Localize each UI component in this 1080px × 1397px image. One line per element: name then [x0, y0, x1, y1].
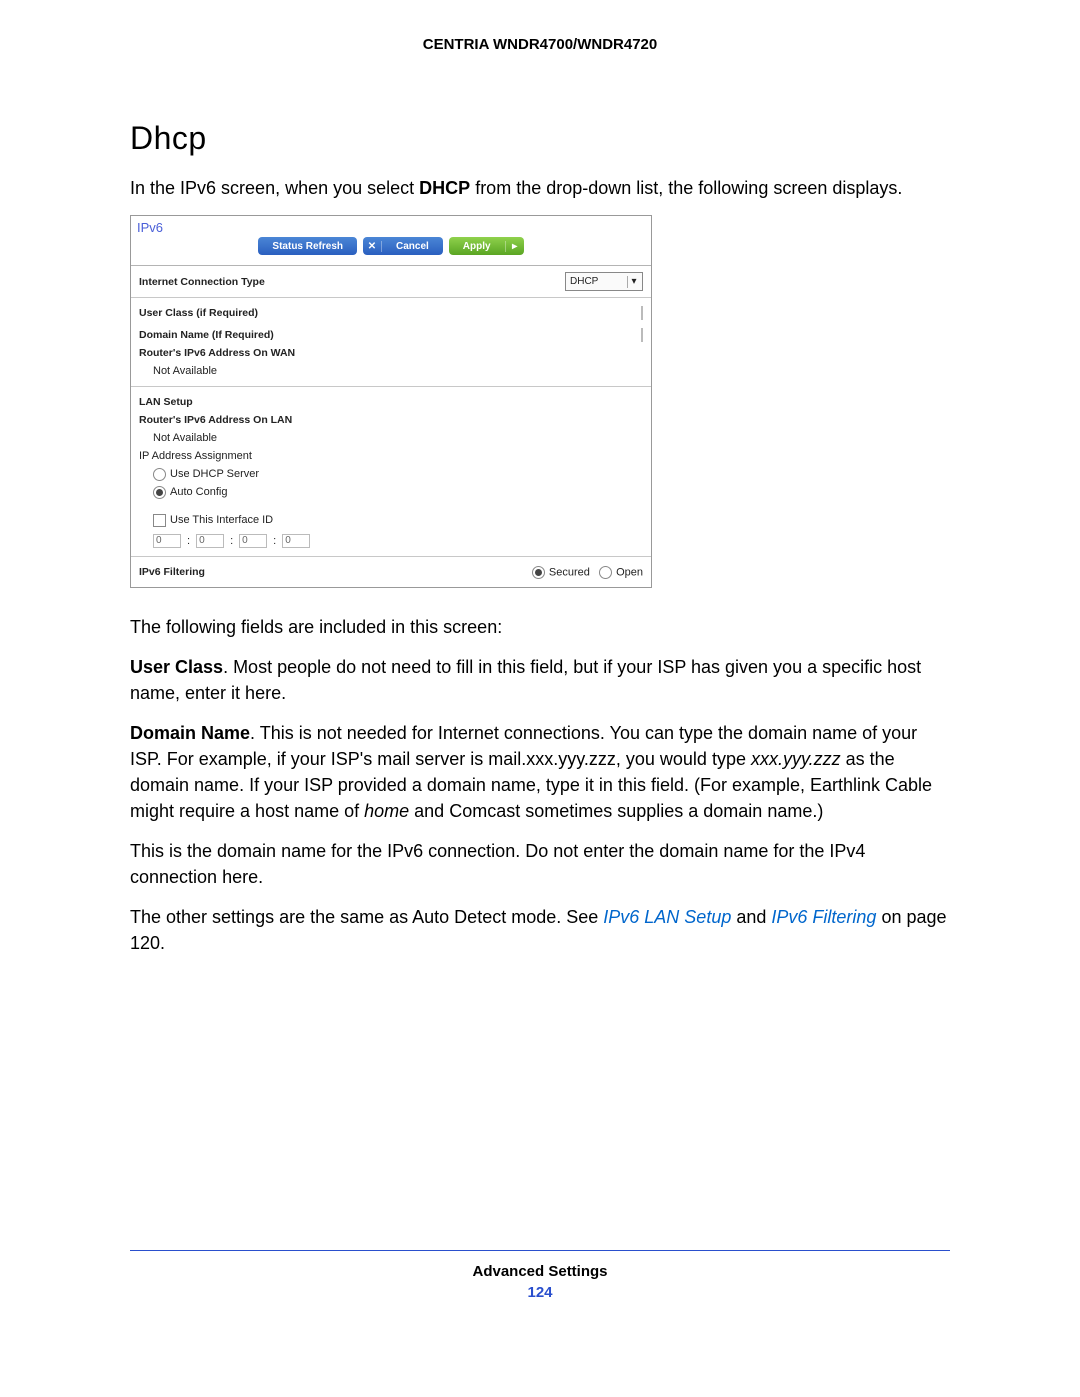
wan-addr-value: Not Available: [153, 365, 217, 377]
conn-type-label: Internet Connection Type: [139, 276, 565, 288]
chevron-down-icon: ▾: [627, 276, 640, 288]
domain-name-term: Domain Name: [130, 723, 250, 743]
see-also-mid: and: [731, 907, 771, 927]
lan-addr-value: Not Available: [153, 432, 217, 444]
chevron-right-icon: ▸: [505, 241, 524, 252]
interface-id-3[interactable]: 0: [239, 534, 267, 548]
lan-addr-label: Router's IPv6 Address On LAN: [139, 414, 292, 426]
intro-pre: In the IPv6 screen, when you select: [130, 178, 419, 198]
secured-label: Secured: [549, 566, 590, 578]
user-class-desc: . Most people do not need to fill in thi…: [130, 657, 921, 703]
ipv6-filtering-label: IPv6 Filtering: [139, 566, 532, 578]
ipv6-domain-note: This is the domain name for the IPv6 con…: [130, 838, 950, 890]
dhcp-server-label: Use DHCP Server: [170, 468, 259, 480]
user-class-label: User Class (if Required): [139, 307, 641, 319]
domain-ital2: home: [364, 801, 409, 821]
user-class-paragraph: User Class. Most people do not need to f…: [130, 654, 950, 706]
domain-name-label: Domain Name (If Required): [139, 329, 641, 341]
lan-setup-label: LAN Setup: [139, 396, 193, 408]
interface-id-4[interactable]: 0: [282, 534, 310, 548]
ipv6-filtering-link[interactable]: IPv6 Filtering: [771, 907, 876, 927]
ip-assign-label: IP Address Assignment: [139, 450, 252, 462]
interface-id-2[interactable]: 0: [196, 534, 224, 548]
footer-section-label: Advanced Settings: [130, 1263, 950, 1280]
use-interface-label: Use This Interface ID: [170, 514, 273, 526]
see-also-paragraph: The other settings are the same as Auto …: [130, 904, 950, 956]
intro-bold: DHCP: [419, 178, 470, 198]
ipv6-lan-setup-link[interactable]: IPv6 LAN Setup: [603, 907, 731, 927]
close-icon: ✕: [363, 241, 382, 252]
user-class-input[interactable]: [641, 306, 643, 320]
section-heading: Dhcp: [130, 120, 950, 157]
conn-type-dropdown[interactable]: DHCP ▾: [565, 272, 643, 291]
cancel-label: Cancel: [382, 241, 443, 252]
auto-config-label: Auto Config: [170, 486, 227, 498]
user-class-term: User Class: [130, 657, 223, 677]
page-number: 124: [130, 1284, 950, 1301]
intro-paragraph: In the IPv6 screen, when you select DHCP…: [130, 175, 950, 201]
domain-name-paragraph: Domain Name. This is not needed for Inte…: [130, 720, 950, 824]
intro-post: from the drop-down list, the following s…: [470, 178, 902, 198]
domain-text3: and Comcast sometimes supplies a domain …: [409, 801, 823, 821]
secured-radio[interactable]: [532, 566, 545, 579]
domain-name-input[interactable]: [641, 328, 643, 342]
page-footer: Advanced Settings 124: [130, 1250, 950, 1301]
apply-label: Apply: [449, 241, 505, 252]
product-header: CENTRIA WNDR4700/WNDR4720: [0, 36, 1080, 53]
domain-ital1: xxx.yyy.zzz: [751, 749, 841, 769]
wan-addr-label: Router's IPv6 Address On WAN: [139, 347, 295, 359]
ipv6-screenshot: IPv6 Status Refresh ✕ Cancel Apply ▸ Int…: [130, 215, 652, 588]
conn-type-value: DHCP: [570, 276, 598, 287]
auto-config-radio[interactable]: [153, 486, 166, 499]
dhcp-server-radio[interactable]: [153, 468, 166, 481]
apply-button[interactable]: Apply ▸: [449, 237, 524, 255]
open-radio[interactable]: [599, 566, 612, 579]
interface-id-1[interactable]: 0: [153, 534, 181, 548]
cancel-button[interactable]: ✕ Cancel: [363, 237, 443, 255]
status-refresh-button[interactable]: Status Refresh: [258, 237, 357, 255]
follow-line: The following fields are included in thi…: [130, 614, 950, 640]
see-also-pre: The other settings are the same as Auto …: [130, 907, 603, 927]
use-interface-checkbox[interactable]: [153, 514, 166, 527]
status-refresh-label: Status Refresh: [258, 241, 357, 252]
screenshot-title: IPv6: [137, 220, 163, 235]
open-label: Open: [616, 566, 643, 578]
